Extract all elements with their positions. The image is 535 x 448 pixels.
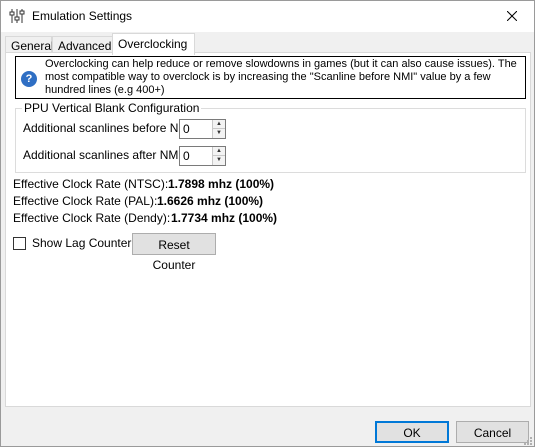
cancel-button[interactable]: Cancel (456, 421, 529, 443)
clock-rate-dendy-value: 1.7734 mhz (100%) (171, 211, 278, 225)
title-bar[interactable]: Emulation Settings (1, 1, 534, 32)
group-title: PPU Vertical Blank Configuration (22, 101, 202, 115)
clock-rate-ntsc-value: 1.7898 mhz (100%) (168, 177, 275, 191)
clock-rate-dendy-label: Effective Clock Rate (Dendy): (13, 211, 171, 225)
info-text: Overclocking can help reduce or remove s… (45, 58, 517, 96)
show-lag-counter-label[interactable]: Show Lag Counter (32, 236, 131, 250)
info-box: ? Overclocking can help reduce or remove… (15, 56, 526, 99)
tab-overclocking[interactable]: Overclocking (112, 33, 195, 55)
stepper-down-icon[interactable]: ▼ (213, 156, 225, 165)
stepper-up-icon[interactable]: ▲ (213, 147, 225, 156)
tab-label: Advanced (58, 39, 112, 53)
help-icon: ? (21, 71, 37, 87)
tab-label: Overclocking (118, 37, 188, 51)
scanlines-after-nmi-label: Additional scanlines after NMI: (23, 148, 186, 162)
resize-grip-icon[interactable] (522, 434, 532, 445)
stepper-value[interactable]: 0 (183, 122, 190, 136)
emulation-settings-window: Emulation Settings General Advanced Over… (0, 0, 535, 447)
close-icon[interactable] (489, 1, 534, 31)
stepper-up-icon[interactable]: ▲ (213, 120, 225, 129)
stepper-buttons: ▲ ▼ (212, 120, 225, 138)
window-title: Emulation Settings (32, 9, 133, 23)
sliders-icon (9, 8, 25, 24)
stepper-value[interactable]: 0 (183, 149, 190, 163)
scanlines-before-nmi-label: Additional scanlines before NMI: (23, 121, 196, 135)
clock-rate-ntsc-label: Effective Clock Rate (NTSC): (13, 177, 169, 191)
tab-label: General (11, 39, 54, 53)
stepper-down-icon[interactable]: ▼ (213, 129, 225, 138)
stepper-buttons: ▲ ▼ (212, 147, 225, 165)
clock-rate-pal-value: 1.6626 mhz (100%) (157, 194, 264, 208)
show-lag-counter-checkbox[interactable] (13, 237, 26, 250)
ok-button[interactable]: OK (375, 421, 449, 443)
ppu-vblank-group: PPU Vertical Blank Configuration Additio… (15, 101, 526, 173)
scanlines-before-nmi-stepper[interactable]: 0 ▲ ▼ (179, 119, 226, 139)
reset-counter-button[interactable]: Reset Counter (132, 233, 216, 272)
clock-rate-pal-label: Effective Clock Rate (PAL): (13, 194, 158, 208)
scanlines-after-nmi-stepper[interactable]: 0 ▲ ▼ (179, 146, 226, 166)
overclocking-panel: ? Overclocking can help reduce or remove… (5, 52, 531, 407)
tab-strip: General Advanced Overclocking (5, 33, 535, 55)
